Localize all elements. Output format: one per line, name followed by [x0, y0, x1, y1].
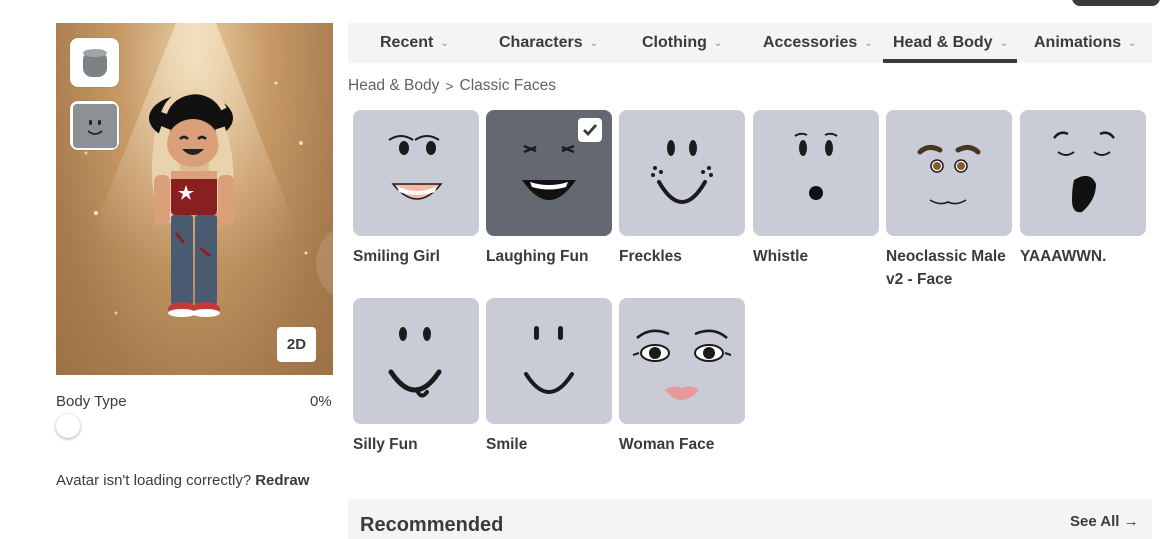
- body-type-slider[interactable]: [56, 414, 80, 438]
- head-shape-thumbnail[interactable]: [70, 38, 119, 87]
- item-name: Smiling Girl: [353, 248, 440, 265]
- tab-accessories[interactable]: Accessories ⌄: [763, 23, 873, 63]
- tab-head-and-body[interactable]: Head & Body ⌄: [893, 23, 1008, 63]
- breadcrumb: Head & Body > Classic Faces: [348, 77, 556, 95]
- tab-animations[interactable]: Animations ⌄: [1034, 23, 1137, 63]
- tab-label: Animations: [1034, 34, 1122, 51]
- breadcrumb-current: Classic Faces: [459, 77, 556, 94]
- item-card[interactable]: Silly Fun: [353, 298, 479, 456]
- avatar-figure: [149, 87, 234, 317]
- item-thumbnail: [353, 110, 479, 236]
- item-name: Woman Face: [619, 436, 715, 453]
- item-card-selected[interactable]: Laughing Fun: [486, 110, 612, 268]
- breadcrumb-parent[interactable]: Head & Body: [348, 77, 439, 95]
- tab-label: Clothing: [642, 34, 707, 51]
- avatar-preview: 2D: [56, 23, 333, 375]
- silly-fun-face-icon: [388, 327, 442, 398]
- item-card[interactable]: Freckles: [619, 110, 745, 268]
- item-name: Neoclassic Male v2 - Face: [886, 248, 1006, 288]
- item-thumbnail: [619, 298, 745, 424]
- item-card[interactable]: Neoclassic Male v2 - Face: [886, 110, 1012, 291]
- item-thumbnail: [886, 110, 1012, 236]
- tab-characters[interactable]: Characters ⌄: [499, 23, 598, 63]
- top-action-button[interactable]: [1072, 0, 1160, 6]
- redraw-link[interactable]: Redraw: [255, 472, 309, 489]
- item-thumbnail: [753, 110, 879, 236]
- chevron-down-icon: ⌄: [999, 37, 1008, 49]
- classic-face-thumbnail[interactable]: [70, 101, 119, 150]
- chevron-down-icon: ⌄: [440, 37, 449, 49]
- active-tab-indicator: [883, 59, 1017, 63]
- item-card[interactable]: Woman Face: [619, 298, 745, 456]
- body-type-value: 0%: [310, 393, 332, 410]
- item-card[interactable]: Smile: [486, 298, 612, 456]
- item-card[interactable]: YAAAWWN.: [1020, 110, 1146, 268]
- chevron-down-icon: ⌄: [713, 37, 723, 49]
- item-thumbnail: [486, 298, 612, 424]
- loading-text: Avatar isn't loading correctly?: [56, 472, 252, 489]
- smile-face-icon: [524, 326, 574, 394]
- classic-face-icon: [72, 103, 117, 148]
- chevron-down-icon: ⌄: [589, 37, 598, 49]
- item-name: YAAAWWN.: [1020, 248, 1107, 265]
- tab-label: Accessories: [763, 34, 858, 51]
- tab-clothing[interactable]: Clothing ⌄: [642, 23, 722, 63]
- selected-check-icon: [578, 118, 602, 142]
- item-name: Silly Fun: [353, 436, 418, 453]
- body-type-label: Body Type: [56, 393, 127, 410]
- item-name: Smile: [486, 436, 528, 453]
- recommended-title: Recommended: [360, 514, 504, 536]
- view-2d-toggle-button[interactable]: 2D: [277, 327, 316, 362]
- item-thumbnail: [353, 298, 479, 424]
- item-card[interactable]: Smiling Girl: [353, 110, 479, 268]
- yawn-face-icon: [1053, 131, 1115, 213]
- tab-label: Head & Body: [893, 34, 993, 51]
- neoclassic-male-face-icon: [917, 144, 981, 205]
- item-thumbnail: [619, 110, 745, 236]
- woman-face-icon: [632, 329, 732, 400]
- avatar-loading-notice: Avatar isn't loading correctly? Redraw: [56, 472, 309, 489]
- whistle-face-icon: [794, 132, 838, 200]
- chevron-down-icon: ⌄: [864, 37, 873, 49]
- see-all-link[interactable]: See All →: [1070, 513, 1139, 530]
- category-tab-bar: Recent ⌄ Characters ⌄ Clothing ⌄ Accessorie…: [348, 23, 1152, 63]
- head-shape-icon: [82, 48, 107, 77]
- freckles-face-icon: [651, 140, 713, 204]
- tab-label: Recent: [380, 34, 434, 51]
- item-thumbnail: [486, 110, 612, 236]
- item-name: Whistle: [753, 248, 809, 265]
- breadcrumb-separator: >: [445, 78, 454, 94]
- chevron-down-icon: ⌄: [1128, 37, 1137, 49]
- item-thumbnail: [1020, 110, 1146, 236]
- tab-label: Characters: [499, 34, 583, 51]
- item-name: Laughing Fun: [486, 248, 589, 265]
- smiling-girl-face-icon: [388, 135, 443, 200]
- item-card[interactable]: Whistle: [753, 110, 879, 268]
- tab-recent[interactable]: Recent ⌄: [380, 23, 449, 63]
- item-name: Freckles: [619, 248, 682, 265]
